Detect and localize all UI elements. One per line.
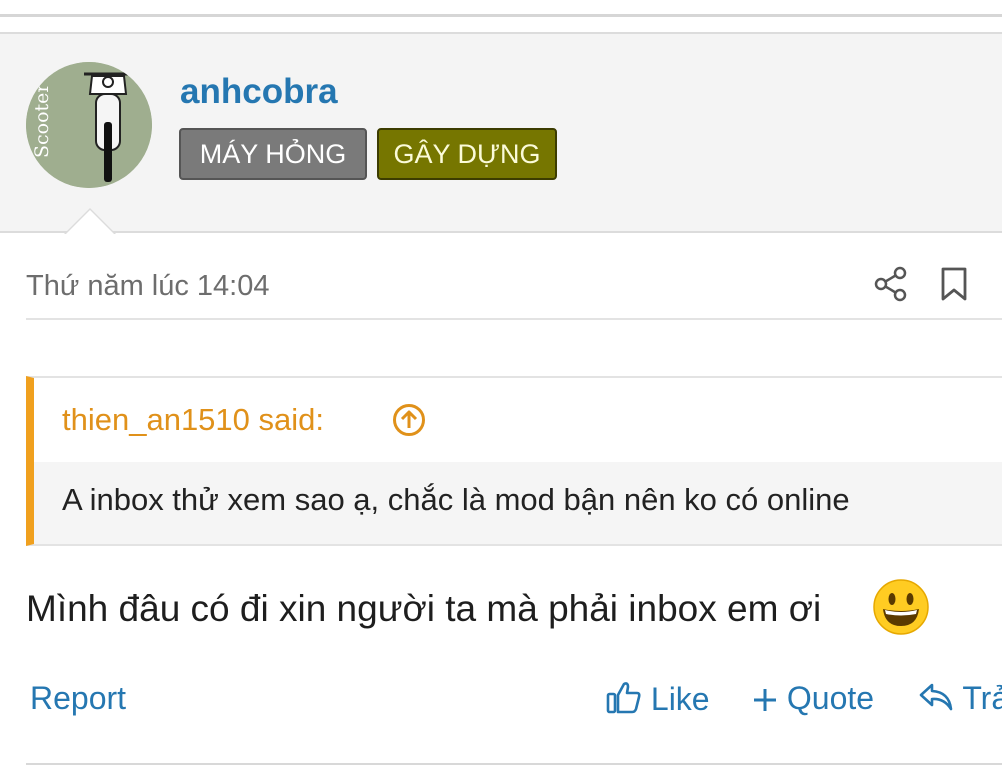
post-message: Mình đâu có đi xin người ta mà phải inbo… xyxy=(26,588,822,629)
top-divider xyxy=(0,0,1002,17)
post-timestamp[interactable]: Thứ năm lúc 14:04 xyxy=(26,270,269,303)
thumbs-up-icon xyxy=(606,682,641,714)
quote-button[interactable]: Quote xyxy=(752,680,874,717)
user-badge-may-hong: MÁY HỎNG xyxy=(179,128,367,180)
quote-header: thien_an1510 said: xyxy=(34,378,1002,462)
post-user-header: Scooter anhcobra MÁY HỎNG GÂY DỰNG xyxy=(0,32,1002,233)
avatar[interactable]: Scooter xyxy=(26,62,152,188)
report-label: Report xyxy=(30,680,127,716)
grinning-face-emoji-icon xyxy=(872,578,930,636)
post-meta-row: Thứ năm lúc 14:04 xyxy=(26,260,1002,320)
jump-to-quote-icon[interactable] xyxy=(392,403,426,437)
report-button[interactable]: Report xyxy=(30,680,126,717)
reply-label: Trả xyxy=(962,680,1002,716)
share-icon[interactable] xyxy=(872,265,910,303)
like-label: Like xyxy=(650,681,710,717)
svg-text:Scooter: Scooter xyxy=(31,83,53,158)
quote-body: A inbox thử xem sao ạ, chắc là mod bận n… xyxy=(34,462,1002,544)
quote-text: A inbox thử xem sao ạ, chắc là mod bận n… xyxy=(62,482,850,517)
reply-arrow-icon xyxy=(919,683,953,711)
like-button[interactable]: Like xyxy=(606,680,710,718)
user-badge-gay-dung: GÂY DỰNG xyxy=(377,128,557,180)
quote-author-link[interactable]: thien_an1510 said: xyxy=(62,402,324,438)
top-gap xyxy=(0,17,1002,32)
plus-icon xyxy=(754,689,776,711)
post-actions: Report Like Quote Trả xyxy=(0,680,1002,728)
quoted-post: thien_an1510 said: A inbox thử xem sao ạ… xyxy=(26,376,1002,546)
quote-label: Quote xyxy=(786,680,875,716)
scooter-avatar-icon: Scooter xyxy=(26,62,152,188)
username[interactable]: anhcobra xyxy=(180,72,338,112)
header-pointer xyxy=(66,210,114,234)
post-bottom-divider xyxy=(26,763,1002,765)
reply-button[interactable]: Trả xyxy=(918,680,1002,717)
bookmark-icon[interactable] xyxy=(936,265,972,303)
